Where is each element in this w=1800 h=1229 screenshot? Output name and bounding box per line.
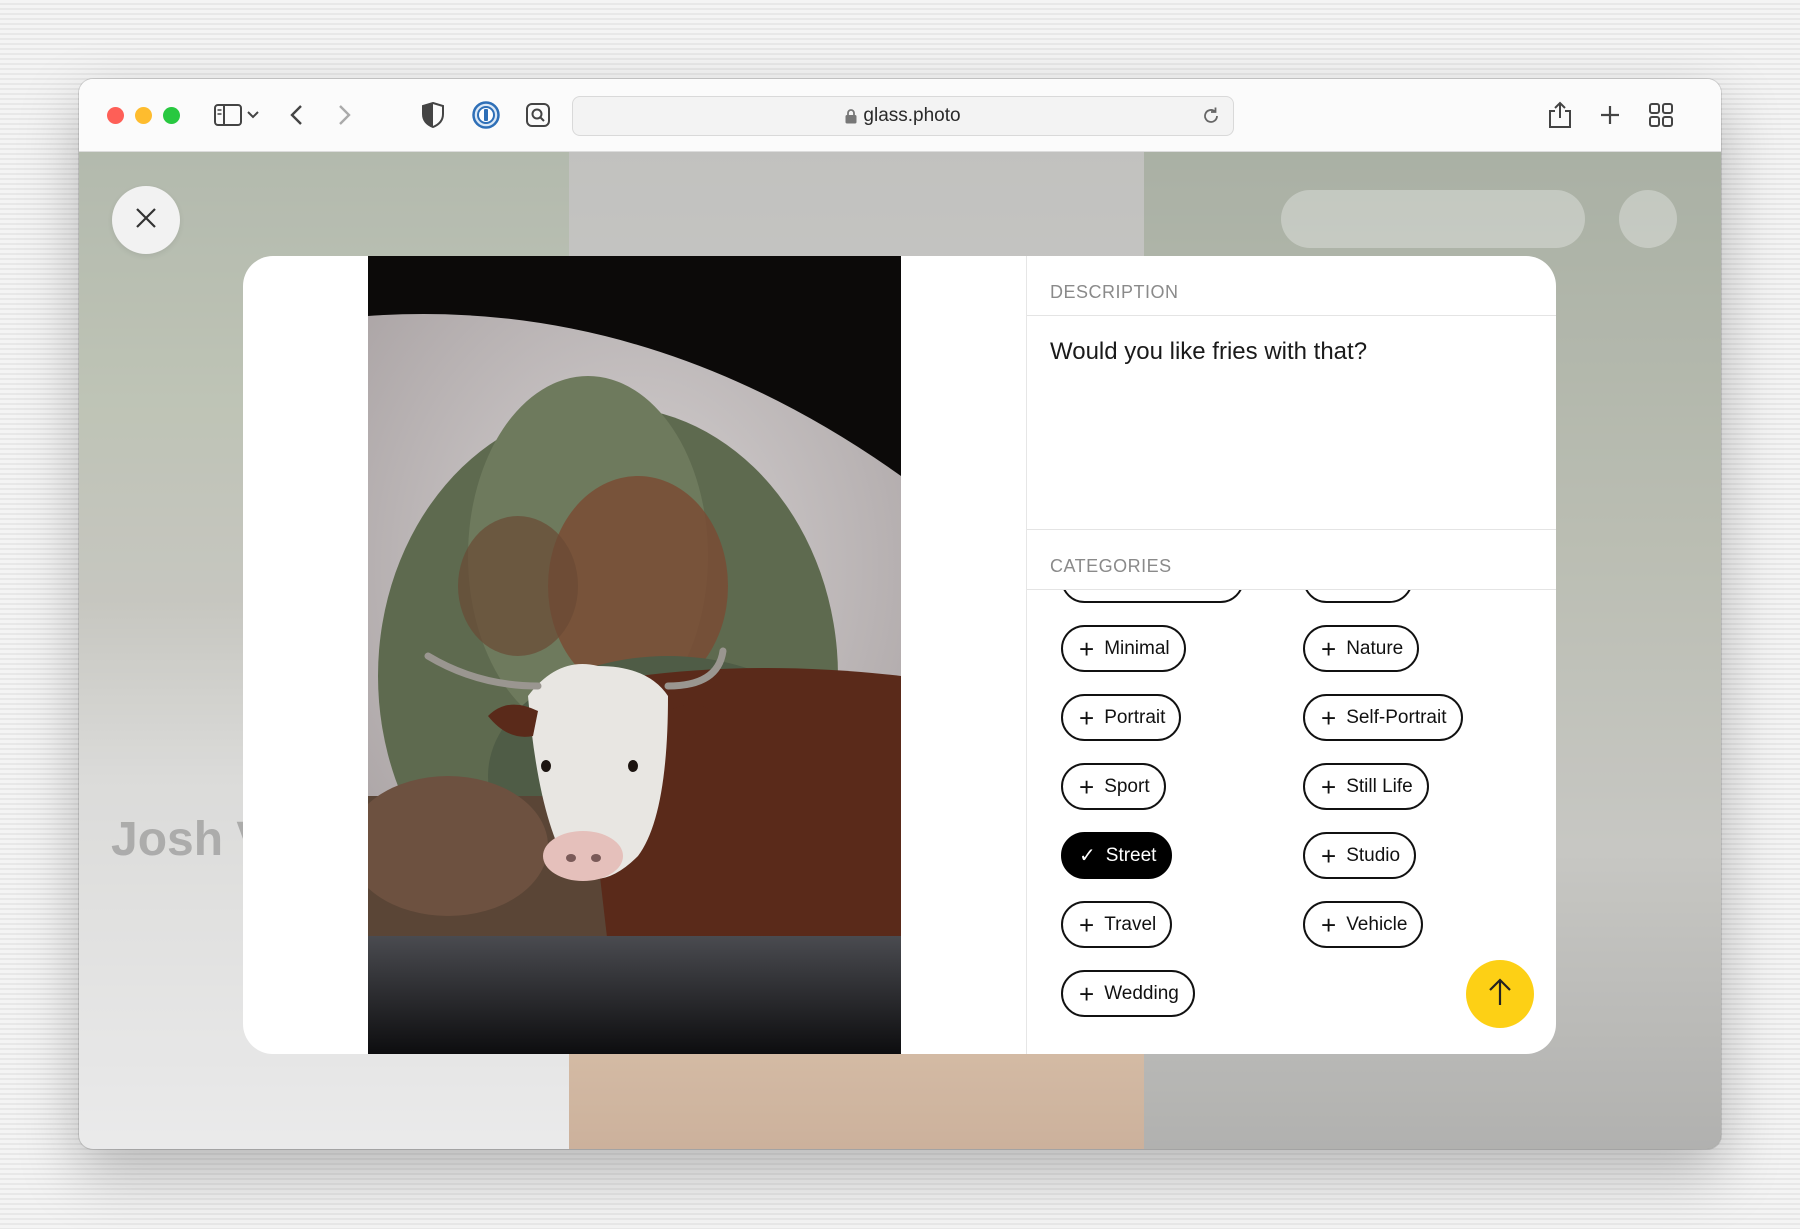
- category-label: Street: [1105, 844, 1157, 866]
- address-bar[interactable]: glass.photo: [572, 96, 1234, 136]
- plus-icon: +: [1321, 909, 1337, 940]
- category-chip[interactable]: + Portrait: [1061, 694, 1182, 741]
- submit-button[interactable]: [1466, 960, 1534, 1028]
- category-chip[interactable]: + Travel: [1061, 901, 1173, 948]
- shield-icon[interactable]: [415, 97, 451, 133]
- chevron-down-icon[interactable]: [241, 97, 265, 133]
- search-extension-icon[interactable]: [520, 97, 556, 133]
- category-chip[interactable]: + Wedding: [1061, 970, 1195, 1017]
- reload-icon[interactable]: [1201, 106, 1221, 131]
- category-chip[interactable]: + Studio: [1303, 832, 1417, 879]
- minimize-window-button[interactable]: [135, 107, 152, 124]
- category-chip[interactable]: + Minimal: [1061, 625, 1186, 672]
- url-text: glass.photo: [863, 105, 961, 126]
- close-modal-button[interactable]: [112, 186, 180, 254]
- category-label: Self-Portrait: [1346, 706, 1447, 728]
- photo-preview: [368, 256, 901, 1054]
- category-label: Vehicle: [1346, 913, 1408, 935]
- checkmark-icon: ✓: [1079, 844, 1096, 867]
- browser-toolbar: glass.photo: [79, 79, 1721, 152]
- category-chip[interactable]: + Still Life: [1303, 763, 1429, 810]
- plus-icon: +: [1321, 633, 1337, 664]
- close-window-button[interactable]: [107, 107, 124, 124]
- category-label: Nature: [1346, 637, 1404, 659]
- category-label: Sport: [1104, 775, 1150, 797]
- plus-icon: +: [1079, 978, 1095, 1009]
- close-icon: [135, 207, 157, 234]
- category-chip[interactable]: + Sport: [1061, 763, 1166, 810]
- arrow-up-icon: [1487, 977, 1513, 1012]
- category-label: Travel: [1104, 913, 1157, 935]
- category-chip-partial[interactable]: [1061, 590, 1244, 603]
- categories-heading: CATEGORIES: [1050, 556, 1172, 576]
- plus-icon: +: [1321, 840, 1337, 871]
- edit-photo-modal: DESCRIPTION Would you like fries with th…: [243, 256, 1556, 1054]
- plus-icon: +: [1079, 909, 1095, 940]
- category-chip-partial[interactable]: [1303, 590, 1413, 603]
- password-manager-icon[interactable]: [468, 97, 504, 133]
- description-textarea[interactable]: Would you like fries with that?: [1050, 338, 1367, 366]
- category-label: Still Life: [1346, 775, 1413, 797]
- plus-icon: +: [1321, 771, 1337, 802]
- category-chip[interactable]: + Self-Portrait: [1303, 694, 1463, 741]
- share-icon[interactable]: [1542, 97, 1578, 133]
- plus-icon: +: [1079, 633, 1095, 664]
- lock-icon: [845, 108, 857, 124]
- plus-icon: +: [1321, 702, 1337, 733]
- category-label: Wedding: [1104, 982, 1179, 1004]
- plus-icon: +: [1079, 771, 1095, 802]
- category-chip[interactable]: + Nature: [1303, 625, 1420, 672]
- forward-icon[interactable]: [327, 97, 363, 133]
- category-label: Portrait: [1104, 706, 1166, 728]
- plus-icon: +: [1079, 702, 1095, 733]
- back-icon[interactable]: [278, 97, 314, 133]
- category-chip[interactable]: + Vehicle: [1303, 901, 1424, 948]
- divider: [1027, 315, 1556, 316]
- category-label: Minimal: [1104, 637, 1170, 659]
- category-label: Studio: [1346, 844, 1401, 866]
- description-heading: DESCRIPTION: [1050, 282, 1179, 302]
- zoom-window-button[interactable]: [163, 107, 180, 124]
- divider: [1027, 529, 1556, 530]
- tab-overview-icon[interactable]: [1643, 97, 1679, 133]
- details-panel: DESCRIPTION Would you like fries with th…: [1026, 256, 1556, 1054]
- category-chip[interactable]: ✓ Street: [1061, 832, 1173, 879]
- new-tab-icon[interactable]: [1592, 97, 1628, 133]
